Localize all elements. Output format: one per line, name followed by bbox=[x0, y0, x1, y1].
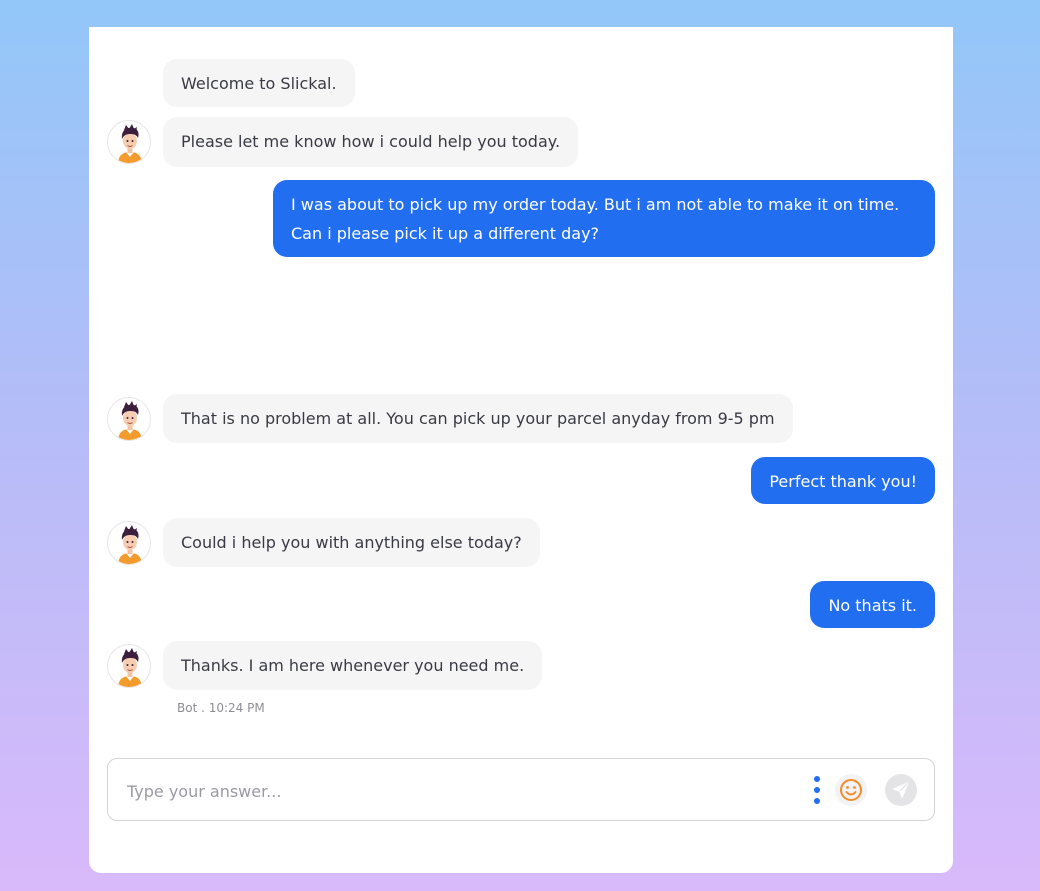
message-text: Please let me know how i could help you … bbox=[181, 132, 561, 151]
bot-avatar bbox=[107, 644, 151, 688]
message-meta: Bot . 10:24 PM bbox=[177, 701, 265, 715]
user-message: Perfect thank you! bbox=[751, 457, 935, 504]
message-text-line: I was about to pick up my order today. B… bbox=[291, 195, 900, 214]
emoji-button[interactable] bbox=[835, 774, 867, 806]
message-text: That is no problem at all. You can pick … bbox=[181, 409, 775, 428]
message-text: Welcome to Slickal. bbox=[181, 74, 337, 93]
bot-message: That is no problem at all. You can pick … bbox=[163, 394, 793, 443]
user-message: I was about to pick up my order today. B… bbox=[273, 180, 935, 257]
chat-window: Welcome to Slickal. Please let me know h… bbox=[89, 27, 953, 873]
message-text-line: Can i please pick it up a different day? bbox=[291, 224, 600, 243]
bot-message: Could i help you with anything else toda… bbox=[163, 518, 540, 567]
bot-avatar-icon bbox=[118, 648, 142, 687]
message-text: No thats it. bbox=[828, 596, 917, 615]
bot-avatar-icon bbox=[118, 401, 142, 440]
answer-input[interactable] bbox=[125, 773, 789, 809]
message-text: Thanks. I am here whenever you need me. bbox=[181, 656, 525, 675]
bot-message: Please let me know how i could help you … bbox=[163, 117, 579, 167]
send-icon bbox=[893, 782, 909, 798]
smiley-icon bbox=[840, 779, 862, 801]
bot-message: Thanks. I am here whenever you need me. bbox=[163, 641, 543, 690]
composer bbox=[107, 758, 935, 821]
message-text: Could i help you with anything else toda… bbox=[181, 533, 522, 552]
message-text: Perfect thank you! bbox=[769, 472, 917, 491]
more-vertical-icon[interactable] bbox=[812, 776, 822, 804]
bot-avatar-icon bbox=[118, 525, 142, 564]
bot-avatar bbox=[107, 397, 151, 441]
bot-avatar bbox=[107, 521, 151, 565]
bot-avatar-icon bbox=[118, 124, 142, 163]
bot-avatar bbox=[107, 120, 151, 164]
user-message: No thats it. bbox=[810, 581, 935, 628]
bot-message: Welcome to Slickal. bbox=[163, 59, 355, 107]
send-button[interactable] bbox=[885, 774, 917, 806]
